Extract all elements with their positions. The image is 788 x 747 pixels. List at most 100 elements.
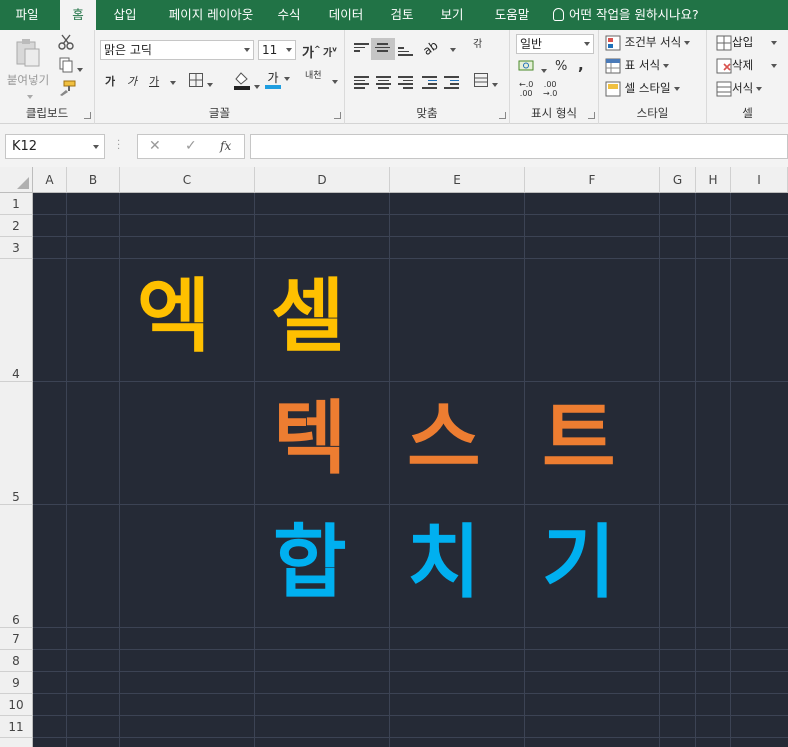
decrease-decimal-button[interactable]: .00 →.0 <box>543 80 557 98</box>
tab-formulas[interactable]: 수식 <box>270 0 308 30</box>
chevron-down-icon[interactable] <box>450 48 456 52</box>
formula-bar-splitter[interactable]: · · · <box>117 137 120 155</box>
row-header-4[interactable]: 4 <box>0 259 33 382</box>
column-header-h[interactable]: H <box>696 167 731 193</box>
middle-align-button[interactable] <box>371 38 395 60</box>
cell-c4[interactable]: 엑 <box>137 277 211 357</box>
merge-center-button[interactable] <box>473 72 498 92</box>
column-header-i[interactable]: I <box>731 167 788 193</box>
insert-function-button[interactable]: fx <box>220 135 231 158</box>
align-left-button[interactable] <box>354 76 369 89</box>
tab-page-layout[interactable]: 페이지 레이아웃 <box>156 0 266 30</box>
tell-me-search[interactable]: 어떤 작업을 원하시나요? <box>553 0 713 30</box>
italic-button[interactable]: 가 <box>127 73 137 89</box>
conditional-formatting-button[interactable]: 조건부 서식 <box>605 34 691 51</box>
number-launcher-icon[interactable] <box>588 112 595 119</box>
worksheet-grid[interactable]: A B C D E F G H I 1 2 3 4 5 6 7 8 9 10 1… <box>0 167 788 747</box>
font-group-label: 글꼴 <box>208 106 231 120</box>
tab-data[interactable]: 데이터 <box>320 0 372 30</box>
font-size-combo[interactable]: 11 <box>258 40 296 60</box>
tab-help[interactable]: 도움말 <box>484 0 540 30</box>
decrease-indent-button[interactable] <box>422 76 437 89</box>
column-header-c[interactable]: C <box>120 167 255 193</box>
cell-d5[interactable]: 텍 <box>273 399 347 479</box>
align-right-button[interactable] <box>398 76 413 89</box>
name-box[interactable]: K12 <box>5 134 105 159</box>
row-header-8[interactable]: 8 <box>0 650 33 672</box>
row-header-5[interactable]: 5 <box>0 382 33 505</box>
tab-insert[interactable]: 삽입 <box>104 0 146 30</box>
format-as-table-button[interactable]: 표 서식 <box>605 57 670 74</box>
fill-color-button[interactable] <box>233 70 260 94</box>
cut-button[interactable] <box>58 34 74 54</box>
comma-style-button[interactable]: , <box>578 56 584 74</box>
font-name-combo[interactable]: 맑은 고딕 <box>100 40 254 60</box>
cell-f5[interactable]: 트 <box>542 399 616 479</box>
column-header-a[interactable]: A <box>33 167 67 193</box>
align-center-button[interactable] <box>376 76 391 89</box>
orientation-button[interactable]: ab <box>420 37 441 59</box>
percent-style-button[interactable]: % <box>555 59 567 74</box>
underline-button[interactable]: 가 <box>149 73 159 89</box>
grid-line <box>33 649 788 650</box>
font-color-button[interactable]: 가 <box>265 70 290 89</box>
chevron-down-icon[interactable] <box>332 80 338 84</box>
row-header-1[interactable]: 1 <box>0 193 33 215</box>
row-header-7[interactable]: 7 <box>0 628 33 650</box>
grid-line <box>659 193 660 747</box>
tab-review[interactable]: 검토 <box>382 0 422 30</box>
clipboard-launcher-icon[interactable] <box>84 112 91 119</box>
alignment-launcher-icon[interactable] <box>499 112 506 119</box>
increase-font-size-button[interactable]: 가^ <box>302 42 321 61</box>
enter-button[interactable]: ✓ <box>185 135 197 158</box>
formula-input[interactable] <box>250 134 788 159</box>
grid-line <box>33 236 788 237</box>
cell-d4[interactable]: 셀 <box>271 277 345 357</box>
row-header-2[interactable]: 2 <box>0 215 33 237</box>
borders-button[interactable] <box>188 72 213 92</box>
cell-d6[interactable]: 합 <box>273 523 347 603</box>
tab-home[interactable]: 홈 <box>60 0 96 30</box>
increase-indent-button[interactable] <box>444 76 459 89</box>
column-header-g[interactable]: G <box>660 167 696 193</box>
accounting-format-button[interactable] <box>518 58 547 78</box>
tab-file[interactable]: 파일 <box>6 0 48 30</box>
font-launcher-icon[interactable] <box>334 112 341 119</box>
chevron-down-icon <box>584 42 590 46</box>
cell-f6[interactable]: 기 <box>542 523 616 603</box>
column-header-e[interactable]: E <box>390 167 525 193</box>
cancel-button[interactable]: ✕ <box>149 135 161 158</box>
cell-e6[interactable]: 치 <box>407 523 481 603</box>
row-header-11[interactable]: 11 <box>0 716 33 738</box>
top-align-button[interactable] <box>354 43 369 55</box>
format-cells-button[interactable]: 서식 <box>716 80 763 97</box>
chevron-down-icon[interactable] <box>170 81 176 85</box>
paste-button[interactable]: 붙여넣기 <box>6 38 50 99</box>
insert-cells-button[interactable]: 삽입 <box>716 34 753 51</box>
row-header-10[interactable]: 10 <box>0 694 33 716</box>
select-all-button[interactable] <box>0 167 33 193</box>
cell-styles-button[interactable]: 셀 스타일 <box>605 80 680 97</box>
column-header-b[interactable]: B <box>67 167 120 193</box>
phonetic-guide-button[interactable]: 내천 <box>305 72 322 81</box>
number-format-combo[interactable]: 일반 <box>516 34 594 54</box>
increase-decimal-button[interactable]: ←.0 .00 <box>519 80 533 98</box>
cell-e5[interactable]: 스 <box>407 399 481 479</box>
chevron-down-icon[interactable] <box>771 64 777 68</box>
bold-button[interactable]: 가 <box>105 73 115 89</box>
tab-view[interactable]: 보기 <box>432 0 472 30</box>
row-header-6[interactable]: 6 <box>0 505 33 628</box>
bottom-align-button[interactable] <box>398 47 413 59</box>
column-header-f[interactable]: F <box>525 167 660 193</box>
chevron-down-icon[interactable] <box>771 41 777 45</box>
row-header-9[interactable]: 9 <box>0 672 33 694</box>
format-painter-button[interactable] <box>58 80 76 100</box>
decrease-font-size-button[interactable]: 가v <box>323 44 337 59</box>
delete-cells-button[interactable]: 삭제 <box>716 57 753 74</box>
row-header-3[interactable]: 3 <box>0 237 33 259</box>
column-header-d[interactable]: D <box>255 167 390 193</box>
wrap-text-button[interactable]: 갂 <box>473 40 482 50</box>
row-header-12[interactable] <box>0 738 33 747</box>
copy-button[interactable] <box>58 57 83 77</box>
number-format-value: 일반 <box>520 37 543 51</box>
